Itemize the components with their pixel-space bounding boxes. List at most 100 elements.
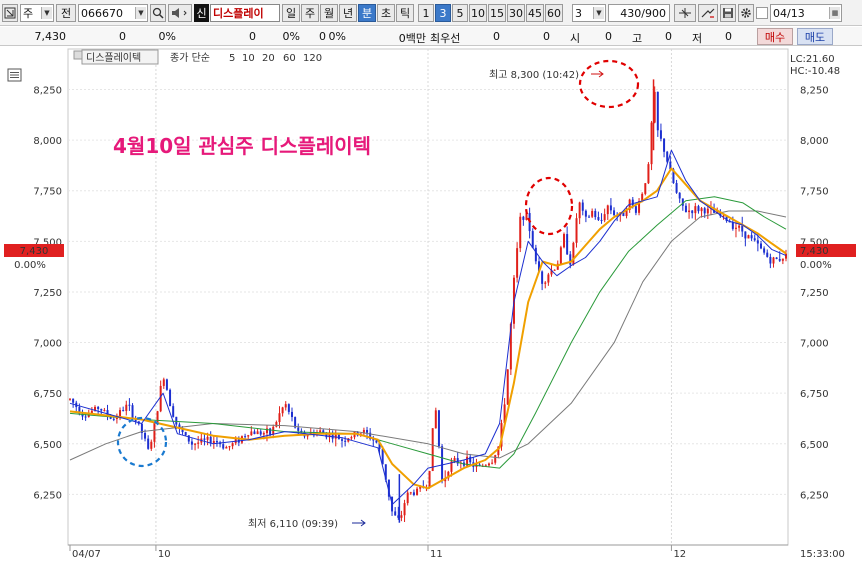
- search-icon[interactable]: [150, 4, 166, 22]
- interval-button-label: 60: [547, 6, 561, 20]
- y-tick-label: 7,750: [33, 187, 62, 198]
- period-button[interactable]: 틱: [396, 4, 414, 22]
- count-display[interactable]: 430/900: [608, 4, 670, 22]
- candle-body: [750, 235, 753, 239]
- lc-value: LC:21.60: [790, 54, 835, 65]
- candle-body: [172, 406, 175, 417]
- period-button[interactable]: 년: [339, 4, 357, 22]
- candle-body: [262, 433, 265, 435]
- candle-body: [209, 436, 212, 444]
- candle-body: [744, 231, 747, 239]
- date-checkbox[interactable]: [756, 7, 768, 19]
- candle-body: [400, 515, 403, 518]
- code-input[interactable]: 066670 ▼: [78, 4, 148, 22]
- gear-icon[interactable]: [738, 4, 754, 22]
- interval-button[interactable]: 60: [545, 4, 563, 22]
- period-button[interactable]: 일: [282, 4, 300, 22]
- candle-body: [584, 210, 587, 217]
- date-value: 04/13: [773, 6, 805, 20]
- quote-volume: 0백만: [398, 32, 426, 45]
- candle-body: [215, 441, 218, 443]
- candle-body: [259, 431, 262, 435]
- candle-body: [534, 247, 537, 262]
- all-button[interactable]: 전: [56, 4, 76, 22]
- period-button[interactable]: 주: [301, 4, 319, 22]
- period-button[interactable]: 월: [320, 4, 338, 22]
- candle-body: [212, 441, 215, 444]
- candle-body: [575, 218, 578, 243]
- interval-button[interactable]: 3: [435, 4, 451, 22]
- interval-button-label: 3: [439, 6, 447, 20]
- candle-body: [256, 431, 259, 435]
- stock-name-field[interactable]: 디스플레이: [210, 4, 280, 22]
- candle-body: [128, 404, 131, 406]
- candle-body: [441, 446, 444, 482]
- price-chart[interactable]: 8,250 8,000 7,750 7,500 7,250 7,000 6,750 6,500…: [0, 47, 862, 563]
- save-icon[interactable]: [720, 4, 736, 22]
- interval-button[interactable]: 45: [526, 4, 544, 22]
- y-tick-label: 6,750: [800, 389, 829, 400]
- period-button[interactable]: 분: [358, 4, 376, 22]
- expand-icon[interactable]: [2, 4, 18, 22]
- new-badge-label: 신: [196, 7, 207, 20]
- interval-button[interactable]: 30: [507, 4, 525, 22]
- candle-body: [434, 410, 437, 429]
- candle-body: [756, 240, 759, 244]
- interval-button[interactable]: 10: [469, 4, 487, 22]
- interval-button-label: 45: [528, 6, 542, 20]
- interval-button-label: 15: [490, 6, 504, 20]
- candle-body: [691, 210, 694, 214]
- candle-body: [225, 447, 228, 449]
- high-marker-label: 최고 8,300 (10:42): [489, 69, 579, 81]
- crosshair-icon[interactable]: [674, 4, 696, 22]
- best-ask: 0: [493, 30, 500, 43]
- quote-change-pct: 0%: [158, 30, 176, 43]
- legend-ma60: 60: [283, 53, 296, 64]
- candle-body: [278, 413, 281, 423]
- sell-button[interactable]: 매도: [797, 28, 833, 45]
- stock-name: 디스플레이: [213, 7, 264, 20]
- candle-body: [656, 91, 659, 131]
- type-value: 주: [23, 7, 34, 20]
- candle-body: [341, 439, 344, 441]
- y-tick-label: 8,250: [33, 85, 62, 96]
- candle-body: [747, 235, 750, 239]
- x-tick-label: 11: [430, 549, 443, 560]
- speaker-icon[interactable]: [168, 4, 192, 22]
- quote-row: 7,430 0 0% 0 0% 0 0% 0백만 최우선 0 0 시 0 고 0…: [0, 27, 862, 46]
- y-tick-label: 6,750: [33, 389, 62, 400]
- candle-body: [734, 227, 737, 229]
- chart-toolbar: 주 ▼ 전 066670 ▼ 신 디스플레이 일주월년분초틱 1 3 5 10 15 30…: [0, 0, 862, 26]
- candle-body: [72, 398, 75, 403]
- period-button-label: 분: [361, 7, 373, 20]
- interval-input-value: 3: [575, 6, 582, 20]
- candle-body: [606, 205, 609, 215]
- candle-body: [97, 406, 100, 409]
- candle-body: [125, 404, 128, 411]
- type-select[interactable]: 주 ▼: [20, 4, 54, 22]
- current-pct-right: 0.00%: [800, 260, 832, 271]
- interval-button[interactable]: 1: [418, 4, 434, 22]
- interval-button[interactable]: 15: [488, 4, 506, 22]
- buy-button[interactable]: 매수: [757, 28, 793, 45]
- candle-body: [284, 404, 287, 408]
- legend-toggle-icon[interactable]: [73, 50, 83, 60]
- candle-body: [697, 206, 700, 212]
- date-input[interactable]: 04/13 ▦: [770, 4, 842, 22]
- interval-input[interactable]: 3 ▼: [572, 4, 606, 22]
- draw-tool-icon[interactable]: [698, 4, 718, 22]
- count-display-value: 430/900: [620, 6, 666, 20]
- period-button[interactable]: 초: [377, 4, 395, 22]
- chart-menu-icon[interactable]: [7, 68, 22, 82]
- candle-body: [156, 411, 159, 423]
- current-price-right: 7,430: [800, 246, 829, 257]
- candle-body: [159, 385, 162, 412]
- candle-body: [275, 422, 278, 427]
- candle-body: [591, 210, 594, 217]
- candle-body: [678, 192, 681, 199]
- interval-button[interactable]: 5: [452, 4, 468, 22]
- legend-ma20: 20: [262, 53, 275, 64]
- candle-body: [763, 248, 766, 253]
- candle-body: [350, 437, 353, 439]
- y-tick-label: 7,250: [33, 288, 62, 299]
